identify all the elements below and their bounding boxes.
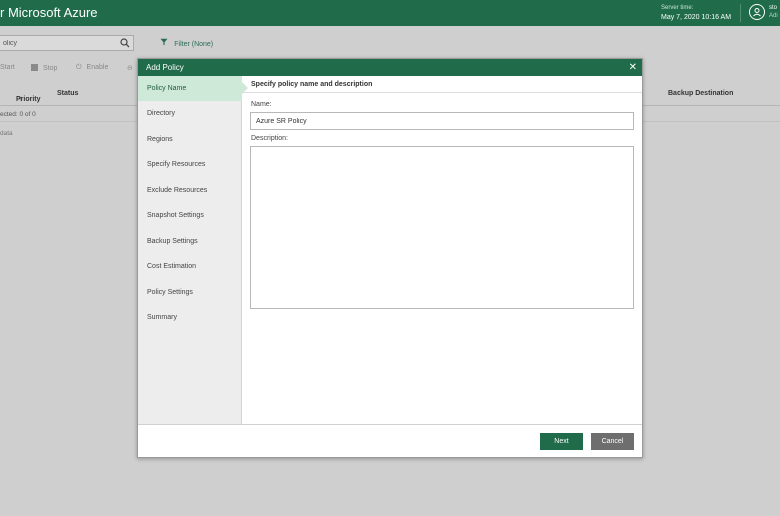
dialog-title: Add Policy — [146, 63, 184, 72]
column-status[interactable]: Status — [57, 90, 78, 97]
user-avatar-icon[interactable] — [749, 4, 765, 20]
enable-button[interactable]: ⏻ Enable — [76, 64, 108, 72]
filter-label: Filter (None) — [174, 41, 214, 48]
filter-icon — [160, 38, 170, 48]
close-icon[interactable]: ✕ — [629, 59, 637, 76]
content-title: Specify policy name and description — [242, 76, 642, 93]
add-policy-dialog: Add Policy ✕ Policy Name Directory Regio… — [137, 58, 643, 458]
user-role: Adi — [769, 13, 778, 19]
power-icon: ⏻ — [76, 64, 82, 71]
step-policy-settings[interactable]: Policy Settings — [138, 280, 242, 305]
user-menu[interactable]: sto Adi — [769, 4, 778, 20]
next-button[interactable]: Next — [540, 433, 583, 450]
no-data-text: data — [0, 130, 13, 137]
server-time-label: Server time: — [661, 5, 694, 11]
column-backup-destination[interactable]: Backup Destination — [668, 90, 733, 97]
user-name: sto — [769, 5, 778, 11]
step-regions[interactable]: Regions — [138, 127, 242, 152]
description-input[interactable] — [250, 146, 634, 309]
dialog-header: Add Policy ✕ — [138, 59, 642, 76]
header-divider — [740, 4, 741, 22]
step-specify-resources[interactable]: Specify Resources — [138, 152, 242, 177]
server-time: Server time: May 7, 2020 10:16 AM — [661, 4, 731, 22]
app-title: r Microsoft Azure — [0, 5, 98, 20]
search-input[interactable] — [0, 36, 111, 50]
sort-arrow-icon: ↑ — [19, 96, 23, 103]
description-label: Description: — [251, 135, 288, 142]
step-exclude-resources[interactable]: Exclude Resources — [138, 178, 242, 203]
step-policy-name[interactable]: Policy Name — [138, 76, 248, 101]
filter-button[interactable]: Filter (None) — [160, 38, 213, 48]
step-directory[interactable]: Directory — [138, 101, 242, 126]
disable-icon[interactable]: ⊖ — [127, 64, 133, 72]
start-button[interactable]: Start — [0, 64, 15, 71]
step-summary[interactable]: Summary — [138, 305, 242, 330]
dialog-footer: Next Cancel — [138, 424, 642, 457]
stop-icon — [31, 64, 38, 71]
server-time-value: May 7, 2020 10:16 AM — [661, 14, 732, 21]
stop-button[interactable]: Stop — [31, 64, 57, 72]
step-content: Specify policy name and description Name… — [242, 76, 642, 424]
step-snapshot-settings[interactable]: Snapshot Settings — [138, 203, 242, 228]
app-header: r Microsoft Azure Server time: May 7, 20… — [0, 0, 780, 26]
policy-name-input[interactable] — [250, 112, 634, 130]
name-label: Name: — [251, 101, 272, 108]
search-box[interactable] — [0, 35, 134, 51]
cancel-button[interactable]: Cancel — [591, 433, 634, 450]
search-icon[interactable] — [120, 38, 130, 50]
wizard-steps: Policy Name Directory Regions Specify Re… — [138, 76, 248, 424]
step-cost-estimation[interactable]: Cost Estimation — [138, 254, 242, 279]
step-backup-settings[interactable]: Backup Settings — [138, 229, 242, 254]
